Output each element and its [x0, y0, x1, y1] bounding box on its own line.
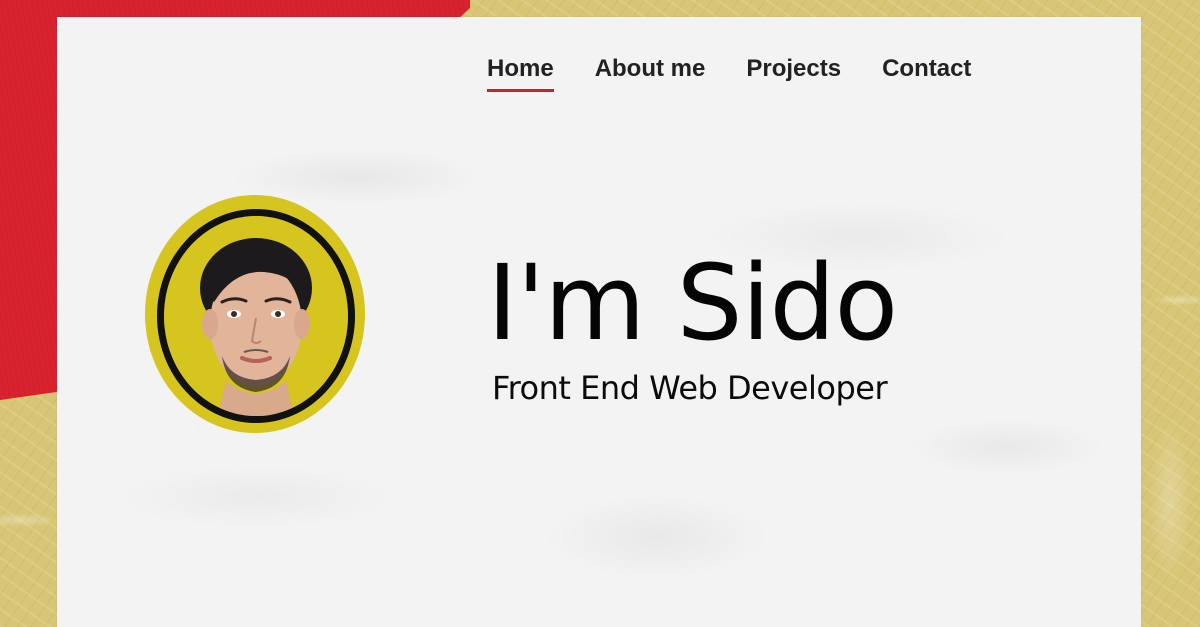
nav-about-me[interactable]: About me: [595, 54, 706, 92]
nav-projects[interactable]: Projects: [746, 54, 841, 92]
avatar: [145, 195, 365, 433]
avatar-ring: [157, 209, 355, 423]
profile-photo: [164, 216, 348, 416]
main-nav: Home About me Projects Contact: [487, 54, 971, 92]
hero-heading: I'm Sido: [487, 242, 898, 364]
hero-subtitle: Front End Web Developer: [492, 369, 888, 407]
nav-home[interactable]: Home: [487, 54, 554, 92]
nav-contact[interactable]: Contact: [882, 54, 971, 92]
